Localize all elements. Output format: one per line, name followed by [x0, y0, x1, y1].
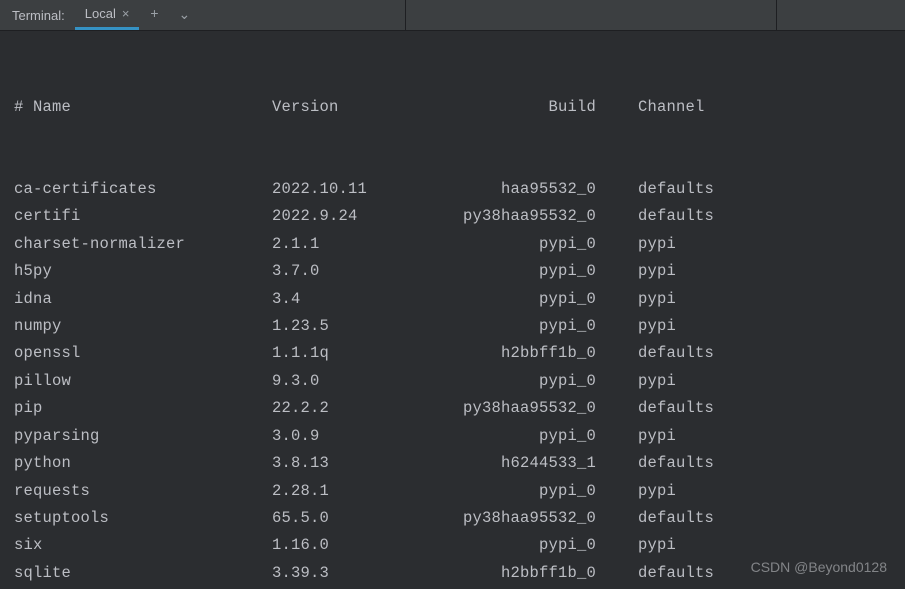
package-channel: defaults	[618, 505, 714, 532]
package-channel: defaults	[618, 395, 714, 422]
terminal-output[interactable]: # NameVersionBuild Channel ca-certificate…	[0, 31, 905, 589]
package-channel: pypi	[618, 313, 676, 340]
package-version: 1.1.1q	[272, 340, 382, 367]
package-row: pillow9.3.0pypi_0 pypi	[14, 368, 905, 395]
package-row: h5py3.7.0pypi_0 pypi	[14, 258, 905, 285]
package-name: requests	[14, 478, 272, 505]
package-row: charset-normalizer2.1.1pypi_0 pypi	[14, 231, 905, 258]
package-name: sqlite	[14, 560, 272, 587]
package-version: 3.39.3	[272, 560, 382, 587]
terminal-topbar: Terminal: Local × + ⌄	[0, 0, 905, 31]
package-name: numpy	[14, 313, 272, 340]
package-build: pypi_0	[382, 313, 596, 340]
package-channel: defaults	[618, 560, 714, 587]
package-row: ca-certificates2022.10.11haa95532_0 defau…	[14, 176, 905, 203]
package-channel: pypi	[618, 478, 676, 505]
package-build: pypi_0	[382, 532, 596, 559]
close-icon[interactable]: ×	[122, 6, 130, 21]
package-row: six1.16.0pypi_0 pypi	[14, 532, 905, 559]
package-build: pypi_0	[382, 286, 596, 313]
package-channel: defaults	[618, 176, 714, 203]
package-build: haa95532_0	[382, 176, 596, 203]
package-build: py38haa95532_0	[382, 505, 596, 532]
package-name: pip	[14, 395, 272, 422]
package-name: h5py	[14, 258, 272, 285]
header-channel: Channel	[618, 94, 705, 121]
package-row: pip22.2.2py38haa95532_0 defaults	[14, 395, 905, 422]
package-name: certifi	[14, 203, 272, 230]
package-name: six	[14, 532, 272, 559]
package-version: 1.23.5	[272, 313, 382, 340]
package-build: h6244533_1	[382, 450, 596, 477]
package-row: sqlite3.39.3h2bbff1b_0 defaults	[14, 560, 905, 587]
package-build: pypi_0	[382, 423, 596, 450]
package-build: py38haa95532_0	[382, 395, 596, 422]
terminal-dropdown-button[interactable]: ⌄	[169, 0, 199, 30]
package-channel: defaults	[618, 450, 714, 477]
package-version: 2022.9.24	[272, 203, 382, 230]
package-build: pypi_0	[382, 368, 596, 395]
package-version: 3.0.9	[272, 423, 382, 450]
package-version: 2.1.1	[272, 231, 382, 258]
package-name: ca-certificates	[14, 176, 272, 203]
header-name: # Name	[14, 94, 272, 121]
package-name: python	[14, 450, 272, 477]
package-row: certifi2022.9.24py38haa95532_0 defaults	[14, 203, 905, 230]
package-channel: pypi	[618, 258, 676, 285]
package-build: py38haa95532_0	[382, 203, 596, 230]
chevron-down-icon: ⌄	[179, 7, 191, 24]
package-channel: pypi	[618, 423, 676, 450]
package-row: pyparsing3.0.9pypi_0 pypi	[14, 423, 905, 450]
package-version: 3.7.0	[272, 258, 382, 285]
package-channel: defaults	[618, 203, 714, 230]
package-version: 22.2.2	[272, 395, 382, 422]
package-build: h2bbff1b_0	[382, 560, 596, 587]
add-terminal-button[interactable]: +	[139, 0, 169, 30]
terminal-tab-local[interactable]: Local ×	[75, 0, 140, 30]
package-name: charset-normalizer	[14, 231, 272, 258]
package-channel: pypi	[618, 532, 676, 559]
package-header-row: # NameVersionBuild Channel	[14, 94, 905, 121]
package-row: numpy1.23.5pypi_0 pypi	[14, 313, 905, 340]
package-version: 3.8.13	[272, 450, 382, 477]
package-version: 65.5.0	[272, 505, 382, 532]
topbar-divider	[776, 0, 777, 30]
terminal-label: Terminal:	[0, 0, 75, 30]
package-build: pypi_0	[382, 258, 596, 285]
package-build: pypi_0	[382, 231, 596, 258]
package-row: idna3.4pypi_0 pypi	[14, 286, 905, 313]
package-channel: pypi	[618, 286, 676, 313]
terminal-tab-label: Local	[85, 6, 116, 21]
package-version: 9.3.0	[272, 368, 382, 395]
package-version: 3.4	[272, 286, 382, 313]
package-channel: pypi	[618, 231, 676, 258]
package-build: pypi_0	[382, 478, 596, 505]
package-name: pyparsing	[14, 423, 272, 450]
package-version: 1.16.0	[272, 532, 382, 559]
package-name: pillow	[14, 368, 272, 395]
header-version: Version	[272, 94, 382, 121]
header-build: Build	[382, 94, 596, 121]
package-name: setuptools	[14, 505, 272, 532]
package-channel: pypi	[618, 368, 676, 395]
package-build: h2bbff1b_0	[382, 340, 596, 367]
package-row: requests2.28.1pypi_0 pypi	[14, 478, 905, 505]
package-row: python3.8.13h6244533_1 defaults	[14, 450, 905, 477]
package-version: 2022.10.11	[272, 176, 382, 203]
package-row: setuptools65.5.0py38haa95532_0 defaults	[14, 505, 905, 532]
plus-icon: +	[150, 7, 158, 23]
package-row: openssl1.1.1qh2bbff1b_0 defaults	[14, 340, 905, 367]
topbar-divider	[405, 0, 406, 30]
package-name: idna	[14, 286, 272, 313]
package-version: 2.28.1	[272, 478, 382, 505]
package-name: openssl	[14, 340, 272, 367]
package-channel: defaults	[618, 340, 714, 367]
